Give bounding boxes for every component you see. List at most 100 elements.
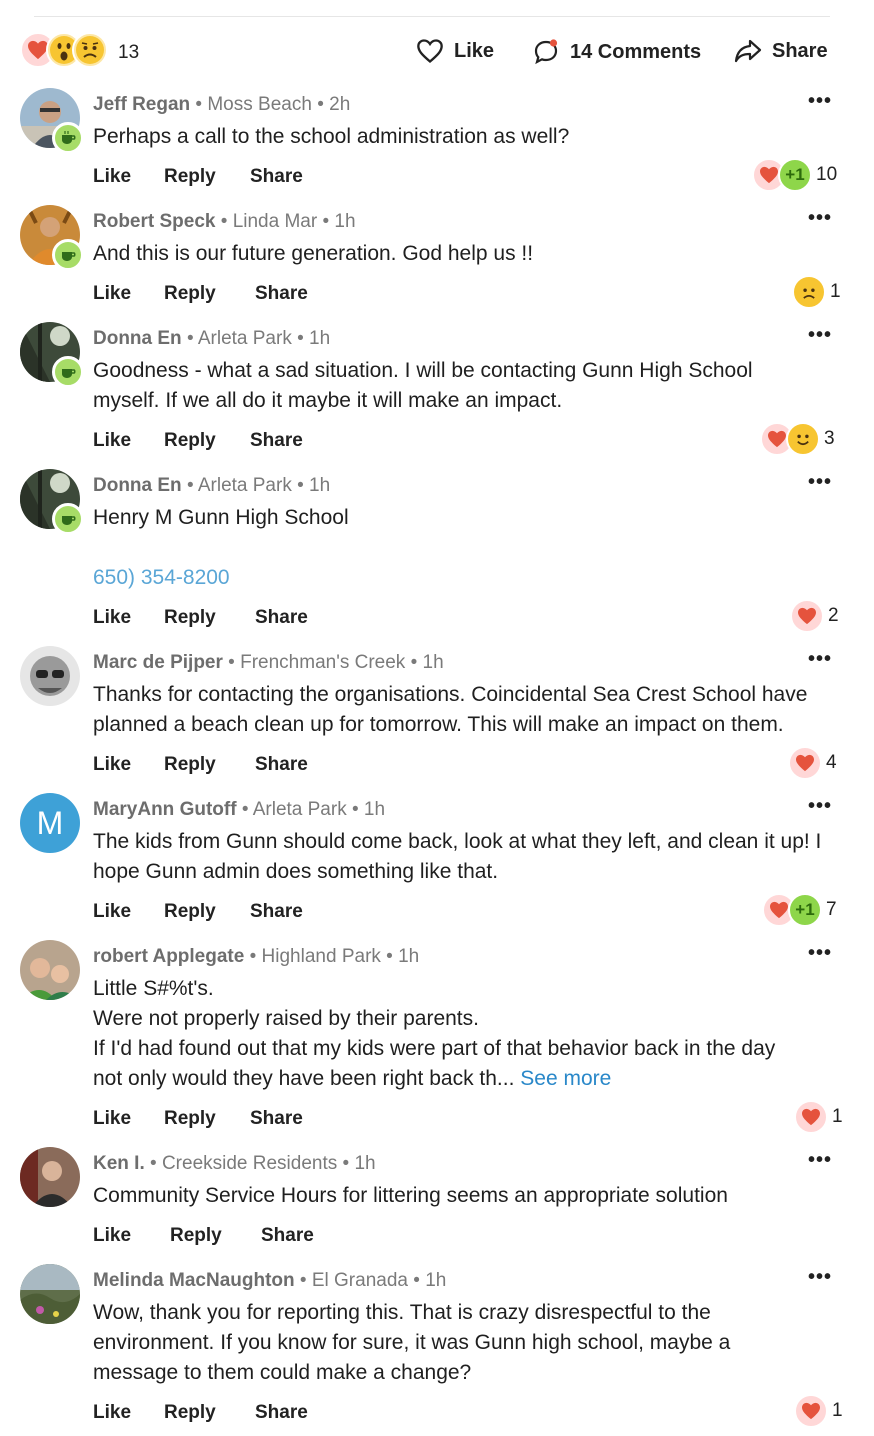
share-button[interactable]: Share (250, 166, 303, 188)
avatar[interactable] (20, 940, 80, 1000)
author-neighborhood[interactable]: Frenchman's Creek (240, 652, 405, 673)
author-neighborhood[interactable]: Linda Mar (233, 211, 318, 232)
more-dots-icon[interactable]: ••• (808, 207, 832, 230)
avatar[interactable] (20, 646, 80, 706)
author-name[interactable]: Jeff Regan (93, 94, 190, 115)
comment-reactions[interactable]: +1 7 (762, 893, 837, 927)
like-button[interactable]: Like (93, 1225, 131, 1247)
comment-header: robert Applegate • Highland Park • 1h (93, 946, 420, 967)
comment-reactions[interactable]: 2 (790, 599, 839, 633)
like-button[interactable]: Like (93, 607, 131, 629)
author-neighborhood[interactable]: Arleta Park (198, 475, 292, 496)
reply-button[interactable]: Reply (164, 283, 216, 305)
reply-button[interactable]: Reply (164, 754, 216, 776)
more-dots-icon[interactable]: ••• (808, 90, 832, 113)
reply-button[interactable]: Reply (164, 166, 216, 188)
reply-button[interactable]: Reply (164, 1402, 216, 1424)
post-share-button[interactable]: Share (734, 38, 828, 64)
share-button[interactable]: Share (255, 754, 308, 776)
author-neighborhood[interactable]: Highland Park (262, 946, 381, 967)
more-dots-icon[interactable]: ••• (808, 324, 832, 347)
reply-button[interactable]: Reply (164, 1108, 216, 1130)
like-button[interactable]: Like (93, 166, 131, 188)
post-comments-button[interactable]: 14 Comments (532, 38, 701, 66)
author-name[interactable]: Ken I. (93, 1153, 145, 1174)
comment-line: not only would they have been right back… (93, 1067, 515, 1090)
share-button[interactable]: Share (255, 283, 308, 305)
comment-header: Melinda MacNaughton • El Granada • 1h (93, 1270, 447, 1291)
author-neighborhood[interactable]: Creekside Residents (162, 1153, 337, 1174)
author-neighborhood[interactable]: Arleta Park (198, 328, 292, 349)
heart-reaction-icon (794, 1394, 828, 1428)
comment-header: Ken I. • Creekside Residents • 1h (93, 1153, 376, 1174)
reaction-count: 3 (824, 428, 835, 449)
comment-reactions[interactable]: 1 (794, 1100, 843, 1134)
like-button[interactable]: Like (93, 754, 131, 776)
share-button[interactable]: Share (250, 901, 303, 923)
reply-button[interactable]: Reply (164, 430, 216, 452)
more-dots-icon[interactable]: ••• (808, 1266, 832, 1289)
comment: Donna En • Arleta Park • 1h ••• Henry M … (0, 469, 874, 639)
more-dots-icon[interactable]: ••• (808, 942, 832, 965)
post-share-label: Share (772, 39, 828, 62)
author-name[interactable]: robert Applegate (93, 946, 244, 967)
reaction-count: 1 (830, 281, 841, 302)
comment-text: Wow, thank you for reporting this. That … (93, 1301, 731, 1384)
share-button[interactable]: Share (255, 1402, 308, 1424)
more-dots-icon[interactable]: ••• (808, 471, 832, 494)
comment: Donna En • Arleta Park • 1h ••• Goodness… (0, 322, 874, 462)
comment-reactions[interactable]: +1 10 (752, 158, 837, 192)
like-button[interactable]: Like (93, 430, 131, 452)
like-button[interactable]: Like (93, 283, 131, 305)
avatar[interactable]: M (20, 793, 80, 853)
see-more-link[interactable]: See more (520, 1067, 611, 1090)
author-neighborhood[interactable]: El Granada (312, 1270, 408, 1291)
comment: M MaryAnn Gutoff • Arleta Park • 1h ••• … (0, 793, 874, 933)
comment-time: 1h (422, 652, 444, 673)
like-button[interactable]: Like (93, 901, 131, 923)
post-like-button[interactable]: Like (416, 38, 494, 64)
author-neighborhood[interactable]: Arleta Park (253, 799, 347, 820)
comment-reactions[interactable]: 1 (792, 275, 841, 309)
author-name[interactable]: Donna En (93, 328, 182, 349)
author-name[interactable]: Robert Speck (93, 211, 215, 232)
post-reactions[interactable] (20, 32, 108, 68)
reply-button[interactable]: Reply (170, 1225, 222, 1247)
more-dots-icon[interactable]: ••• (808, 648, 832, 671)
coffee-cup-icon (52, 239, 84, 271)
author-neighborhood[interactable]: Moss Beach (207, 94, 312, 115)
reply-button[interactable]: Reply (164, 901, 216, 923)
avatar[interactable] (20, 1147, 80, 1207)
more-dots-icon[interactable]: ••• (808, 1149, 832, 1172)
comment-reactions[interactable]: 1 (794, 1394, 843, 1428)
share-button[interactable]: Share (250, 1108, 303, 1130)
like-button[interactable]: Like (93, 1108, 131, 1130)
share-button[interactable]: Share (250, 430, 303, 452)
more-dots-icon[interactable]: ••• (808, 795, 832, 818)
share-button[interactable]: Share (255, 607, 308, 629)
comment-time: 1h (425, 1270, 447, 1291)
heart-reaction-icon (790, 599, 824, 633)
post-comments-label: 14 Comments (570, 40, 702, 63)
comment: Ken I. • Creekside Residents • 1h ••• Co… (0, 1147, 874, 1257)
comment-header: MaryAnn Gutoff • Arleta Park • 1h (93, 799, 386, 820)
author-name[interactable]: Melinda MacNaughton (93, 1270, 295, 1291)
phone-link[interactable]: 650) 354-8200 (93, 563, 853, 593)
comment-time: 2h (329, 94, 351, 115)
post-summary-bar: 13 Like 14 Comments Share (20, 32, 840, 76)
share-button[interactable]: Share (261, 1225, 314, 1247)
avatar[interactable] (20, 1264, 80, 1324)
author-name[interactable]: MaryAnn Gutoff (93, 799, 237, 820)
comment: Jeff Regan • Moss Beach • 2h ••• Perhaps… (0, 88, 874, 200)
comment: robert Applegate • Highland Park • 1h ••… (0, 940, 874, 1140)
like-button[interactable]: Like (93, 1402, 131, 1424)
author-name[interactable]: Donna En (93, 475, 182, 496)
comment-reactions[interactable]: 4 (788, 746, 837, 780)
comment-reactions[interactable]: 3 (760, 422, 835, 456)
reply-button[interactable]: Reply (164, 607, 216, 629)
post-reaction-count: 13 (118, 42, 140, 63)
heart-reaction-icon (794, 1100, 828, 1134)
comment-time: 1h (398, 946, 420, 967)
author-name[interactable]: Marc de Pijper (93, 652, 223, 673)
speech-bubble-icon (534, 39, 558, 65)
